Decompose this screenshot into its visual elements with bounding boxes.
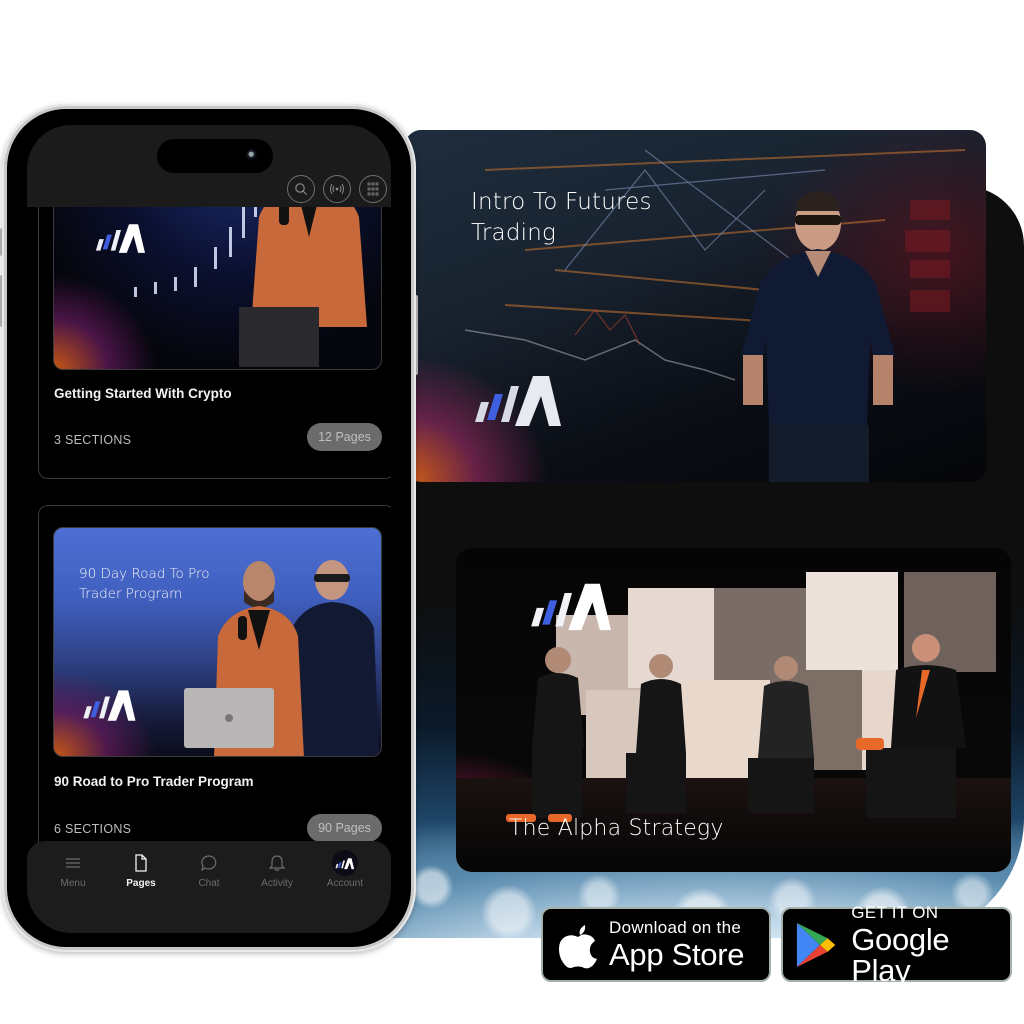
course-card[interactable]: 90 Day Road To Pro Trader Program 90 Roa… — [38, 505, 391, 875]
bottom-tab-bar: Menu Pages Chat Activity Account — [27, 841, 391, 933]
app-store-big-label: App Store — [609, 937, 745, 972]
search-button[interactable] — [287, 175, 315, 203]
course-sections: 6 SECTIONS — [54, 822, 132, 836]
broadcast-icon — [330, 183, 344, 195]
page-icon — [134, 853, 148, 873]
google-play-big-label: Google Play — [851, 921, 950, 988]
tab-label: Activity — [261, 878, 293, 889]
apps-grid-button[interactable] — [359, 175, 387, 203]
thumb-title-line-2: Trader Program — [79, 585, 183, 602]
pages-count-badge[interactable]: 90 Pages — [307, 814, 382, 842]
presenter-photo — [741, 191, 895, 482]
brand-logo-icon — [95, 224, 145, 253]
app-store-text: Download on the App Store — [609, 919, 744, 970]
thumb-title-line-1: 90 Day Road To Pro — [79, 566, 210, 582]
app-store-small-label: Download on the — [609, 918, 742, 937]
tab-chat[interactable]: Chat — [175, 853, 243, 933]
thumb-title: 90 Day Road To Pro Trader Program — [79, 565, 210, 604]
brand-logo-icon — [332, 850, 358, 876]
camera-icon — [246, 149, 259, 162]
feature-card-futures[interactable]: Intro To Futures Trading — [405, 130, 986, 482]
futures-title-line-2: Trading — [471, 220, 556, 247]
course-thumbnail: 90 Day Road To Pro Trader Program — [53, 527, 382, 757]
grid-icon — [367, 182, 379, 196]
phone-bezel: Getting Started With Crypto Getting Star… — [7, 109, 411, 947]
tab-label: Account — [326, 878, 364, 889]
course-sections: 3 SECTIONS — [54, 433, 132, 447]
feature-card-alpha[interactable]: The Alpha Strategy — [456, 548, 1011, 872]
google-play-text: GET IT ON Google Play — [851, 904, 1010, 986]
app-store-badge[interactable]: Download on the App Store — [541, 907, 771, 982]
status-bar — [27, 125, 391, 207]
google-play-small-label: GET IT ON — [851, 902, 939, 922]
tab-label: Menu — [60, 878, 86, 889]
tab-activity[interactable]: Activity — [243, 853, 311, 933]
brand-logo-icon — [531, 583, 611, 631]
tab-label: Chat — [198, 878, 220, 889]
google-play-icon — [796, 922, 836, 967]
phone-frame: Getting Started With Crypto Getting Star… — [2, 104, 416, 952]
chat-icon — [200, 853, 218, 873]
alpha-card-title: The Alpha Strategy — [509, 816, 724, 841]
brand-logo-icon — [475, 376, 561, 426]
course-title: 90 Road to Pro Trader Program — [54, 774, 254, 789]
futures-title-line-1: Intro To Futures — [471, 189, 652, 215]
futures-card-title: Intro To Futures Trading — [471, 187, 652, 249]
brand-logo-icon — [83, 690, 136, 721]
dynamic-island — [157, 139, 273, 173]
google-play-badge[interactable]: GET IT ON Google Play — [781, 904, 1012, 986]
top-action-icons — [287, 175, 387, 203]
menu-icon — [65, 853, 81, 873]
search-icon — [295, 183, 307, 195]
tab-account[interactable]: Account — [311, 850, 379, 933]
live-broadcast-button[interactable] — [323, 175, 351, 203]
tab-menu[interactable]: Menu — [39, 853, 107, 933]
tab-pages[interactable]: Pages — [107, 853, 175, 933]
pages-count-badge[interactable]: 12 Pages — [307, 423, 382, 451]
account-avatar — [332, 850, 358, 876]
tab-label: Pages — [126, 878, 156, 889]
bell-icon — [269, 853, 285, 873]
course-title: Getting Started With Crypto — [54, 386, 232, 401]
apple-icon — [559, 924, 597, 968]
phone-screen: Getting Started With Crypto Getting Star… — [27, 125, 391, 933]
